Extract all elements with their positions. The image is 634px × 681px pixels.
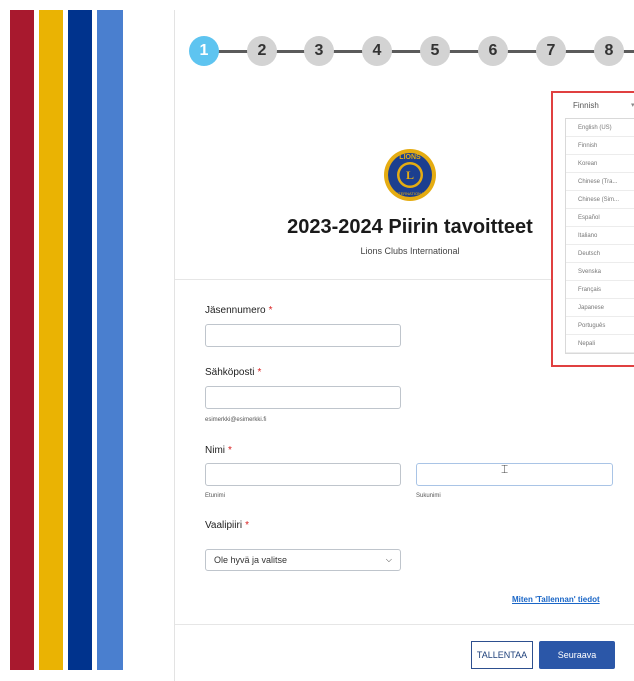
logo-letter: L (406, 168, 414, 182)
step-6[interactable]: 6 (478, 36, 508, 66)
member-number-input[interactable] (205, 324, 401, 347)
chevron-down-icon: ⌵ (385, 555, 392, 564)
step-7[interactable]: 7 (536, 36, 566, 66)
step-8[interactable]: 8 (594, 36, 624, 66)
last-name-hint: Sukunimi (416, 493, 441, 499)
email-label: Sähköposti * (205, 367, 262, 378)
footer-divider (175, 624, 634, 625)
next-button[interactable]: Seuraava (539, 641, 615, 669)
step-2[interactable]: 2 (247, 36, 277, 66)
last-name-input[interactable] (416, 463, 613, 486)
language-current[interactable]: Finnish (573, 101, 599, 110)
language-option-chinese-traditional[interactable]: Chinese (Tra... (566, 173, 634, 191)
language-option-italiano[interactable]: Italiano (566, 227, 634, 245)
stripe-blue (97, 10, 123, 670)
stripe-navy (68, 10, 92, 670)
required-mark: * (228, 445, 232, 456)
language-option-nepali[interactable]: Nepali (566, 335, 634, 353)
required-mark: * (245, 520, 249, 531)
stripe-yellow (39, 10, 63, 670)
district-select[interactable]: Ole hyvä ja valitse ⌵ (205, 549, 401, 571)
text-cursor-icon: ⌶ (501, 462, 509, 476)
name-label: Nimi * (205, 445, 232, 456)
step-4[interactable]: 4 (362, 36, 392, 66)
stripe-red (10, 10, 34, 670)
language-option-portugues[interactable]: Português (566, 317, 634, 335)
language-option-deutsch[interactable]: Deutsch (566, 245, 634, 263)
required-mark: * (257, 367, 262, 378)
language-option-japanese[interactable]: Japanese (566, 299, 634, 317)
required-mark: * (268, 305, 273, 316)
district-label: Vaalipiiri * (205, 520, 249, 531)
language-selector[interactable]: Finnish ▾ English (US) Finnish Korean Ch… (551, 91, 634, 367)
step-1[interactable]: 1 (189, 36, 219, 66)
email-hint: esimerkki@esimerkki.fi (205, 417, 267, 423)
lions-logo: L LIONS INTERNATIONAL (384, 149, 436, 201)
language-list: English (US) Finnish Korean Chinese (Tra… (565, 118, 634, 354)
language-option-korean[interactable]: Korean (566, 155, 634, 173)
save-info-link[interactable]: Miten 'Tallennan' tiedot (512, 595, 600, 604)
district-select-value: Ole hyvä ja valitse (214, 555, 288, 565)
save-button[interactable]: TALLENTAA (471, 641, 533, 669)
step-5[interactable]: 5 (420, 36, 450, 66)
logo-text-top: LIONS (399, 154, 421, 161)
language-option-svenska[interactable]: Svenska (566, 263, 634, 281)
first-name-hint: Etunimi (205, 493, 226, 499)
email-input[interactable] (205, 386, 401, 409)
language-option-english-us[interactable]: English (US) (566, 119, 634, 137)
logo-text-bottom: INTERNATIONAL (394, 191, 426, 196)
step-progress: 1 2 3 4 5 6 7 8 (189, 34, 634, 68)
language-option-finnish[interactable]: Finnish (566, 137, 634, 155)
member-number-label: Jäsennumero * (205, 305, 273, 316)
language-option-francais[interactable]: Français (566, 281, 634, 299)
first-name-input[interactable] (205, 463, 401, 486)
language-option-espanol[interactable]: Español (566, 209, 634, 227)
step-3[interactable]: 3 (304, 36, 334, 66)
language-option-chinese-simplified[interactable]: Chinese (Sim... (566, 191, 634, 209)
